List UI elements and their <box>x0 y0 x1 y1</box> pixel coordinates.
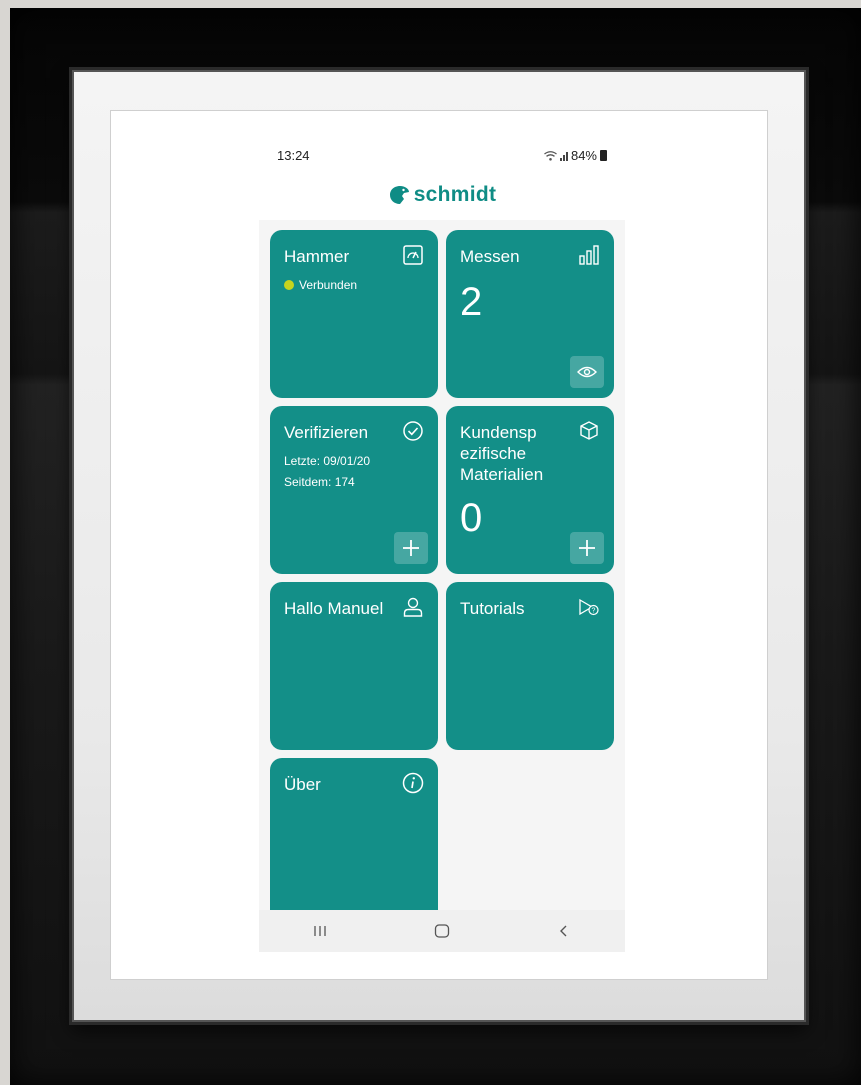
tile-about-title: Über <box>284 775 321 794</box>
dashboard-grid: Hammer Verbunden Messen 2 Verifizieren L… <box>259 220 625 918</box>
verify-since-count: Seitdem: 174 <box>284 475 355 489</box>
verify-last-date: Letzte: 09/01/20 <box>284 454 371 468</box>
status-icons: 84% <box>544 148 607 163</box>
connected-dot <box>284 280 294 290</box>
tile-messen[interactable]: Messen 2 <box>446 230 614 398</box>
tile-messen-title: Messen <box>460 247 520 266</box>
check-circle-icon <box>403 421 423 441</box>
tile-user[interactable]: Hallo Manuel <box>270 582 438 750</box>
add-verification-button[interactable] <box>394 532 428 564</box>
view-measurements-button[interactable] <box>570 356 604 388</box>
signal-icon <box>559 151 568 161</box>
tile-materials-title: Kundensp ezifische Materialien <box>460 422 543 485</box>
status-time: 13:24 <box>277 148 310 163</box>
hammer-status-text: Verbunden <box>299 278 358 292</box>
materials-title-line3: Materialien <box>460 465 544 484</box>
home-icon <box>434 924 450 938</box>
recents-button[interactable] <box>300 916 340 946</box>
plus-icon <box>403 540 419 556</box>
eye-icon <box>577 366 597 378</box>
cube-icon <box>580 421 598 440</box>
tile-verifizieren-title: Verifizieren <box>284 423 369 442</box>
materials-title-line2: ezifische <box>460 444 527 463</box>
recents-icon <box>314 926 326 936</box>
tile-user-title: Hallo Manuel <box>284 599 384 618</box>
tile-tutorials-title: Tutorials <box>460 599 525 618</box>
hammer-status: Verbunden <box>284 278 357 292</box>
battery-icon <box>600 150 607 161</box>
status-bar: 13:24 84% <box>259 140 625 176</box>
tile-hammer[interactable]: Hammer Verbunden <box>270 230 438 398</box>
messen-count: 2 <box>460 280 483 324</box>
app-logo: schmidt <box>259 180 625 210</box>
back-button[interactable] <box>544 916 584 946</box>
wifi-icon <box>544 150 557 161</box>
bar-chart-icon <box>579 245 599 265</box>
info-icon <box>402 772 424 794</box>
tile-about[interactable]: Über <box>270 758 438 918</box>
plus-icon <box>579 540 595 556</box>
android-nav-bar <box>259 910 625 952</box>
svg-text:?: ? <box>592 608 596 615</box>
phone-screen: 13:24 84% schmidt Hammer Verbunden Messe… <box>259 140 625 952</box>
materials-title-line1: Kundensp <box>460 423 537 442</box>
eagle-logo-icon <box>389 186 409 204</box>
tile-hammer-title: Hammer <box>284 247 350 266</box>
video-help-icon: ? <box>579 598 599 616</box>
brand-wordmark: schmidt <box>413 183 497 206</box>
gauge-icon <box>403 245 423 265</box>
user-icon <box>403 597 423 617</box>
home-button[interactable] <box>422 916 462 946</box>
back-icon <box>560 925 567 937</box>
add-material-button[interactable] <box>570 532 604 564</box>
tile-tutorials[interactable]: Tutorials ? <box>446 582 614 750</box>
tile-verifizieren[interactable]: Verifizieren Letzte: 09/01/20 Seitdem: 1… <box>270 406 438 574</box>
materials-count: 0 <box>460 496 483 540</box>
battery-percent: 84% <box>570 148 597 163</box>
tile-custom-materials[interactable]: Kundensp ezifische Materialien 0 <box>446 406 614 574</box>
